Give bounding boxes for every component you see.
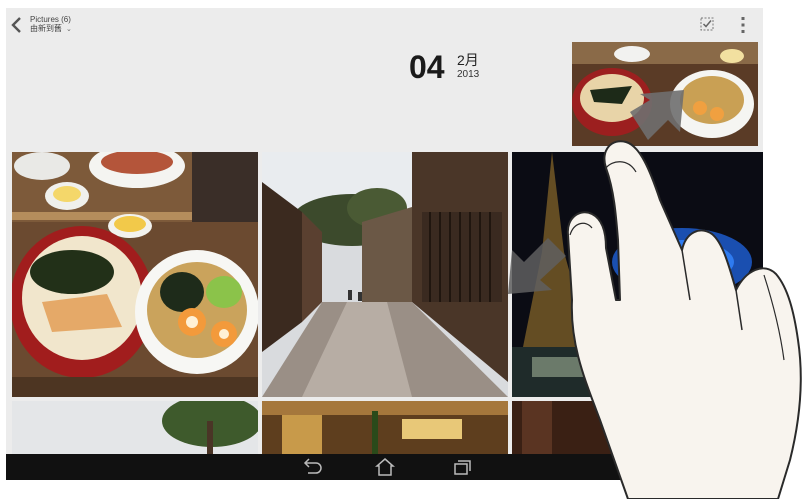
photo-dark-interior[interactable] — [512, 401, 763, 454]
action-bar: Pictures (6) 由新到舊 ⌄ — [6, 8, 763, 44]
date-day: 04 — [409, 49, 445, 85]
photo-tree-sky[interactable] — [12, 401, 258, 454]
nav-recent-apps-button[interactable] — [450, 457, 472, 477]
sort-dropdown[interactable]: 由新到舊 ⌄ — [30, 24, 72, 35]
date-year: 2013 — [457, 69, 480, 80]
chevron-left-icon[interactable] — [10, 16, 24, 34]
system-navigation-bar — [6, 454, 763, 480]
photo-restaurant[interactable] — [262, 401, 508, 454]
chevron-down-icon: ⌄ — [66, 26, 72, 33]
overflow-menu-icon[interactable] — [740, 16, 746, 34]
photo-old-street[interactable] — [262, 152, 508, 397]
photo-ramen-bowls-small[interactable] — [572, 42, 758, 146]
recent-apps-icon — [454, 460, 471, 475]
nav-back-button[interactable] — [300, 457, 322, 477]
photo-night-lights[interactable] — [512, 152, 763, 397]
back-arrow-icon — [303, 458, 322, 474]
checkbox-select-icon[interactable] — [700, 17, 714, 31]
nav-home-button[interactable] — [374, 457, 396, 477]
sort-label: 由新到舊 — [30, 24, 62, 33]
date-month: 2月 — [457, 52, 479, 68]
photo-ramen-bowls[interactable] — [12, 152, 258, 397]
album-title: Pictures (6) — [30, 15, 71, 24]
home-icon — [375, 458, 395, 476]
gallery-screen: Pictures (6) 由新到舊 ⌄ 04 2月 2013 — [6, 8, 763, 480]
